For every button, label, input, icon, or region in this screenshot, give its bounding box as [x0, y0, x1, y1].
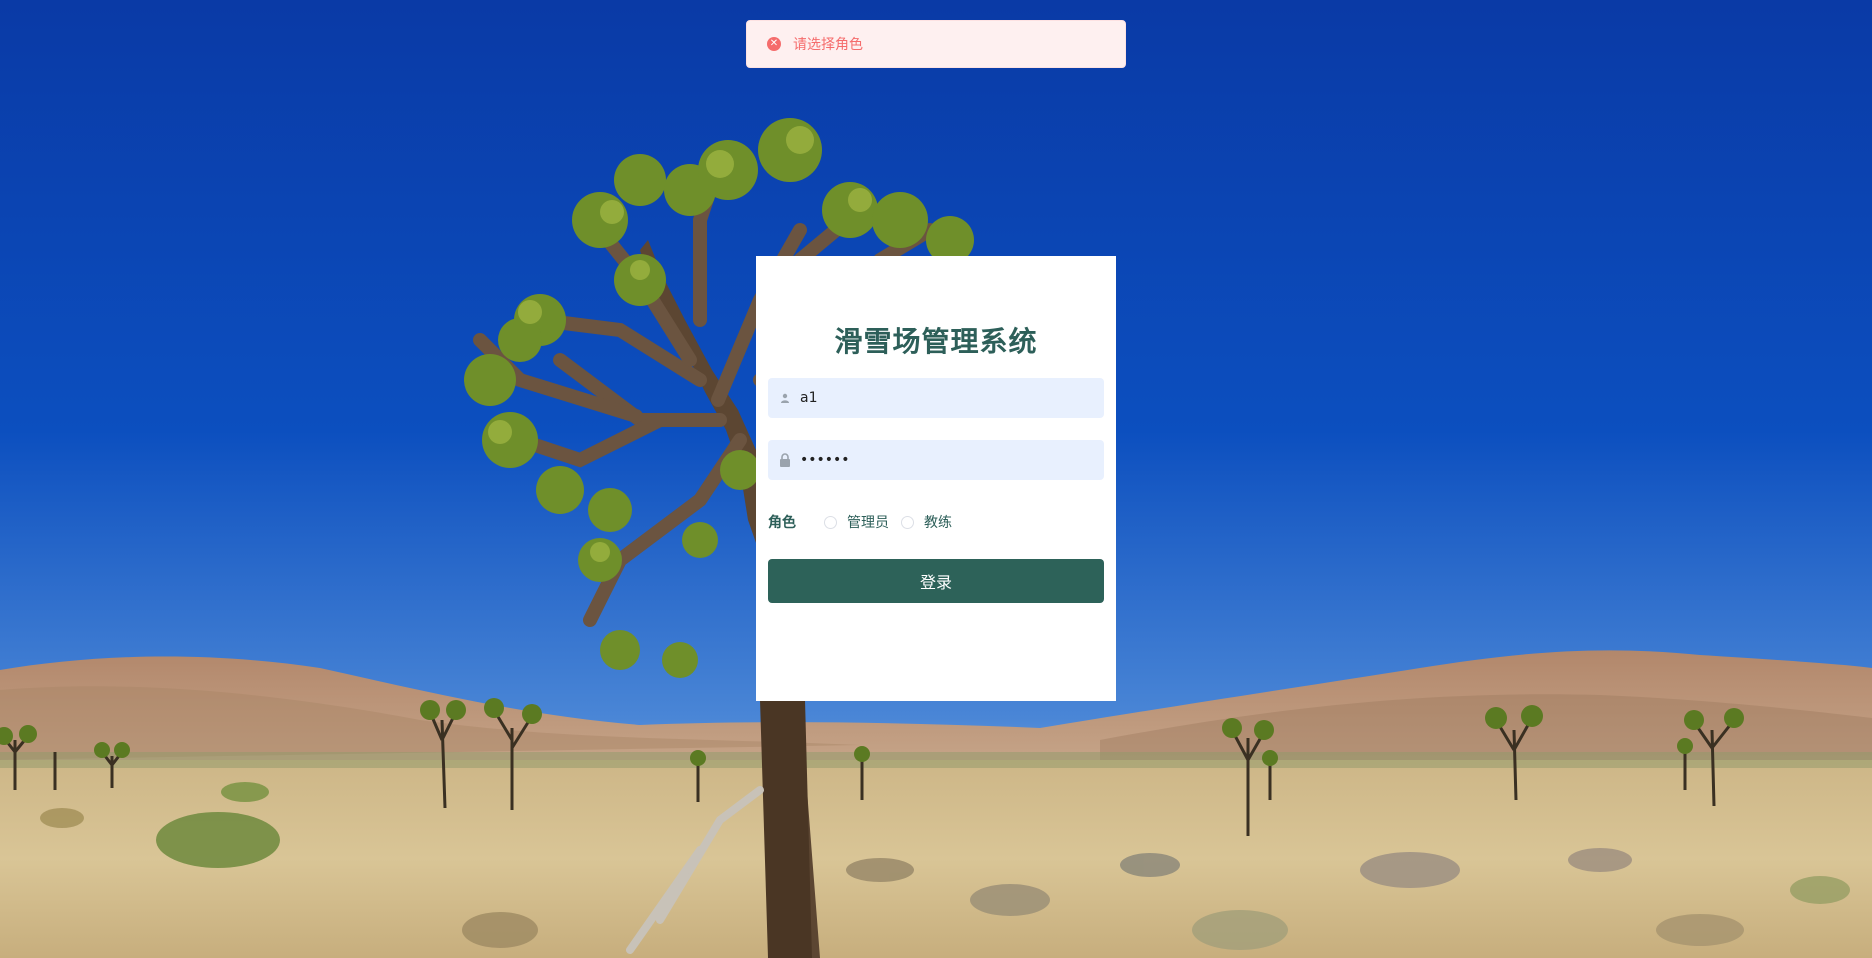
toast-message: 请选择角色: [793, 37, 863, 53]
password-input[interactable]: [800, 441, 1104, 479]
page-title: 滑雪场管理系统: [834, 325, 1038, 358]
role-option-label: 教练: [924, 515, 952, 531]
user-icon: [778, 391, 792, 405]
role-option-label: 管理员: [847, 515, 889, 531]
error-toast: ✕ 请选择角色: [746, 20, 1126, 68]
error-circle-icon: ✕: [767, 37, 781, 51]
role-selector: 角色 管理员 教练: [768, 510, 964, 534]
username-input[interactable]: [800, 379, 1104, 417]
login-button[interactable]: 登录: [768, 559, 1104, 603]
radio-circle-icon[interactable]: [901, 515, 914, 529]
role-label: 角色: [768, 515, 796, 531]
role-radio-coach[interactable]: 教练: [901, 512, 952, 532]
password-field[interactable]: [768, 440, 1104, 480]
radio-circle-icon[interactable]: [824, 515, 837, 529]
username-field[interactable]: [768, 378, 1104, 418]
login-card: 滑雪场管理系统 角色 管理员 教练 登录: [756, 256, 1116, 701]
role-radio-admin[interactable]: 管理员: [824, 512, 889, 532]
lock-icon: [778, 453, 792, 467]
